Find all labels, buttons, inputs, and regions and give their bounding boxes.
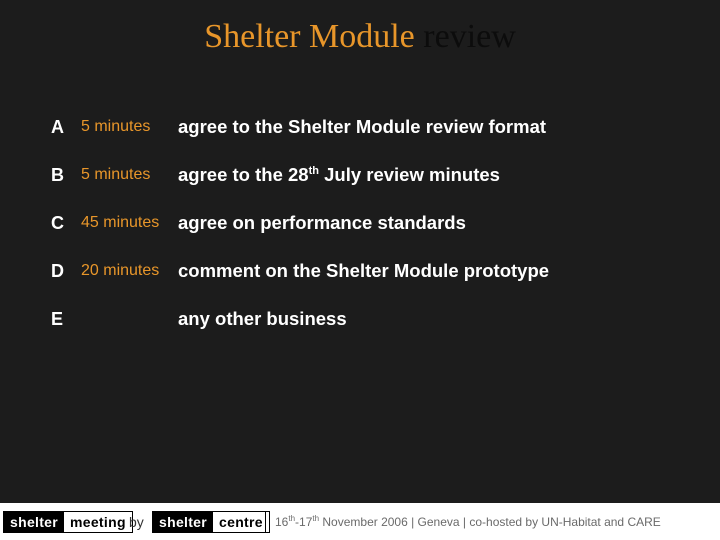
- logo-dark-part: shelter: [153, 512, 214, 532]
- footer-divider: [265, 512, 266, 532]
- agenda-item: agree on performance standards: [178, 212, 466, 233]
- agenda-row-c: C 45 minutes agree on performance standa…: [0, 208, 720, 238]
- agenda-letter: A: [51, 117, 64, 137]
- slide-title: Shelter Module review: [0, 17, 720, 57]
- agenda-duration: 20 minutes: [81, 262, 160, 279]
- event-date-end: -17: [295, 515, 313, 529]
- agenda-duration: 5 minutes: [81, 118, 151, 135]
- slide-title-highlight: Shelter Module: [204, 18, 415, 55]
- slide-title-rest: review: [423, 18, 516, 55]
- agenda-letter: D: [51, 261, 64, 281]
- footer-by: by: [129, 514, 144, 530]
- agenda-item-sup: th: [308, 164, 319, 177]
- event-date-start: 16: [275, 515, 289, 529]
- footer-bar: shelter meeting by shelter centre 16th-1…: [0, 503, 720, 540]
- logo-light-part: centre: [213, 512, 269, 532]
- shelter-meeting-logo: shelter meeting: [3, 511, 133, 533]
- agenda-row-a: A 5 minutes agree to the Shelter Module …: [0, 112, 720, 142]
- logo-dark-part: shelter: [4, 512, 65, 532]
- agenda-row-e: E any other business: [0, 304, 720, 334]
- agenda-row-d: D 20 minutes comment on the Shelter Modu…: [0, 256, 720, 286]
- agenda-duration: 5 minutes: [81, 166, 151, 183]
- event-info: 16th-17th November 2006 | Geneva | co-ho…: [275, 511, 661, 533]
- agenda-item-pre: agree to the 28: [178, 164, 309, 185]
- agenda-row-b: B 5 minutes agree to the 28th July revie…: [0, 160, 720, 190]
- agenda-item: any other business: [178, 308, 347, 329]
- agenda-letter: B: [51, 165, 64, 185]
- agenda-item: agree to the 28th July review minutes: [178, 160, 500, 190]
- agenda-letter: C: [51, 213, 64, 233]
- logo-light-part: meeting: [64, 512, 132, 532]
- agenda-item: comment on the Shelter Module prototype: [178, 260, 550, 281]
- agenda-letter: E: [51, 309, 64, 329]
- agenda-duration: 45 minutes: [81, 214, 160, 231]
- shelter-centre-logo: shelter centre: [152, 511, 270, 533]
- agenda-item: agree to the Shelter Module review forma…: [178, 116, 547, 137]
- event-details: November 2006 | Geneva | co-hosted by UN…: [319, 515, 661, 529]
- agenda-item-post: July review minutes: [318, 164, 500, 185]
